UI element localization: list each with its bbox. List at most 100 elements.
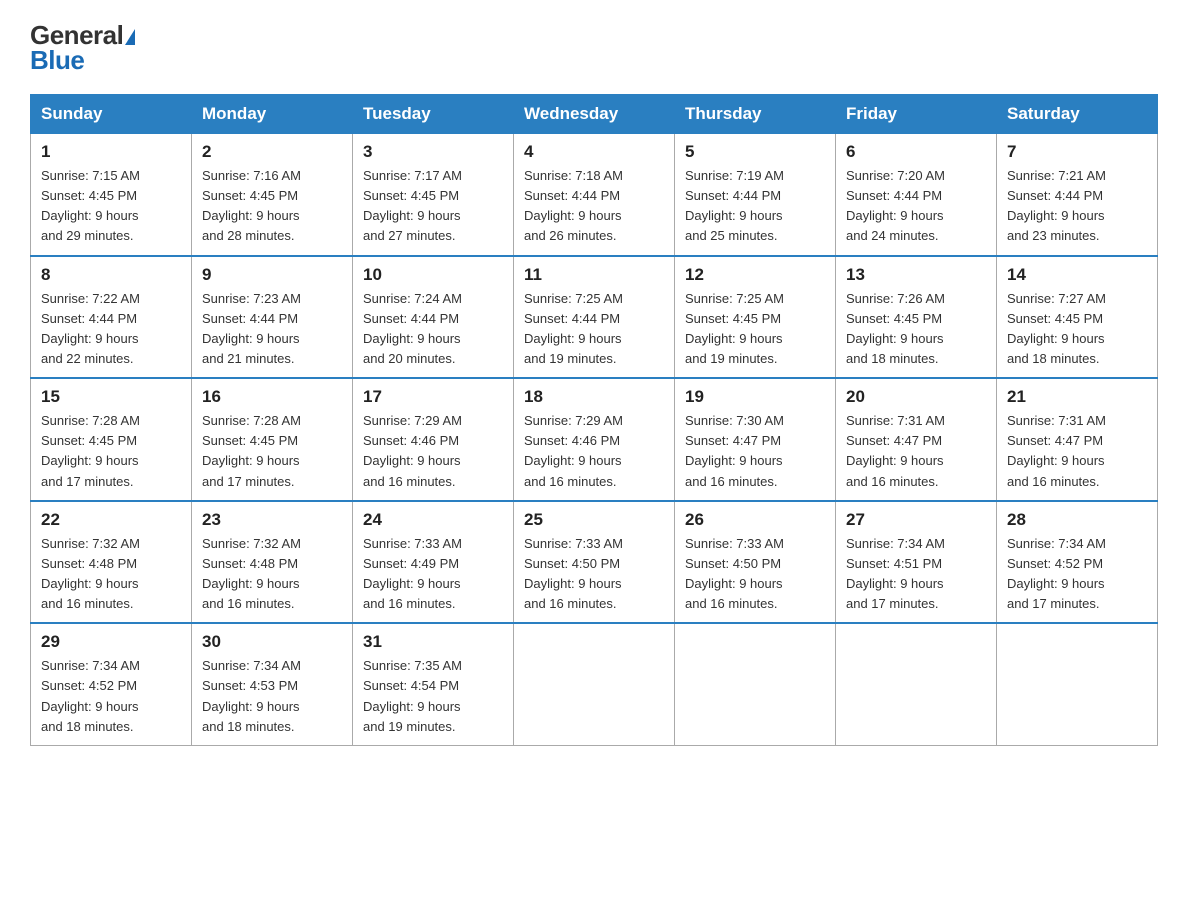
day-cell: 2 Sunrise: 7:16 AMSunset: 4:45 PMDaylight… [192, 134, 353, 256]
day-cell: 8Sunrise: 7:22 AMSunset: 4:44 PMDaylight… [31, 256, 192, 379]
day-number: 20 [846, 387, 986, 407]
day-cell [836, 623, 997, 745]
week-row-2: 8Sunrise: 7:22 AMSunset: 4:44 PMDaylight… [31, 256, 1158, 379]
day-number: 11 [524, 265, 664, 285]
day-number: 5 [685, 142, 825, 162]
day-info: Sunrise: 7:27 AMSunset: 4:45 PMDaylight:… [1007, 289, 1147, 370]
day-cell: 30 Sunrise: 7:34 AMSunset: 4:53 PMDayligh… [192, 623, 353, 745]
week-row-1: 1Sunrise: 7:15 AMSunset: 4:45 PMDaylight… [31, 134, 1158, 256]
day-number: 19 [685, 387, 825, 407]
day-cell: 10 Sunrise: 7:24 AMSunset: 4:44 PMDayligh… [353, 256, 514, 379]
weekday-header-thursday: Thursday [675, 95, 836, 134]
logo-blue-text: Blue [30, 45, 84, 76]
day-cell: 22 Sunrise: 7:32 AMSunset: 4:48 PMDayligh… [31, 501, 192, 624]
day-number: 14 [1007, 265, 1147, 285]
day-number: 24 [363, 510, 503, 530]
day-number: 27 [846, 510, 986, 530]
week-row-3: 15 Sunrise: 7:28 AMSunset: 4:45 PMDayligh… [31, 378, 1158, 501]
week-row-5: 29Sunrise: 7:34 AMSunset: 4:52 PMDayligh… [31, 623, 1158, 745]
day-cell: 31 Sunrise: 7:35 AMSunset: 4:54 PMDayligh… [353, 623, 514, 745]
day-cell: 24 Sunrise: 7:33 AMSunset: 4:49 PMDayligh… [353, 501, 514, 624]
day-cell: 23 Sunrise: 7:32 AMSunset: 4:48 PMDayligh… [192, 501, 353, 624]
day-number: 29 [41, 632, 181, 652]
day-number: 6 [846, 142, 986, 162]
day-info: Sunrise: 7:17 AMSunset: 4:45 PMDaylight:… [363, 166, 503, 247]
weekday-header-monday: Monday [192, 95, 353, 134]
weekday-header-wednesday: Wednesday [514, 95, 675, 134]
day-number: 18 [524, 387, 664, 407]
day-number: 22 [41, 510, 181, 530]
day-number: 8 [41, 265, 181, 285]
day-cell: 17 Sunrise: 7:29 AMSunset: 4:46 PMDayligh… [353, 378, 514, 501]
day-number: 21 [1007, 387, 1147, 407]
day-info: Sunrise: 7:24 AMSunset: 4:44 PMDaylight:… [363, 289, 503, 370]
day-info: Sunrise: 7:31 AMSunset: 4:47 PMDaylight:… [1007, 411, 1147, 492]
weekday-header-sunday: Sunday [31, 95, 192, 134]
week-row-4: 22 Sunrise: 7:32 AMSunset: 4:48 PMDayligh… [31, 501, 1158, 624]
day-info: Sunrise: 7:15 AMSunset: 4:45 PMDaylight:… [41, 166, 181, 247]
day-info: Sunrise: 7:34 AMSunset: 4:52 PMDaylight:… [1007, 534, 1147, 615]
day-number: 30 [202, 632, 342, 652]
day-cell: 27 Sunrise: 7:34 AMSunset: 4:51 PMDayligh… [836, 501, 997, 624]
day-cell [514, 623, 675, 745]
logo-triangle-icon [125, 29, 135, 45]
day-info: Sunrise: 7:33 AMSunset: 4:50 PMDaylight:… [685, 534, 825, 615]
day-number: 2 [202, 142, 342, 162]
day-info: Sunrise: 7:31 AMSunset: 4:47 PMDaylight:… [846, 411, 986, 492]
day-cell: 5Sunrise: 7:19 AMSunset: 4:44 PMDaylight… [675, 134, 836, 256]
day-number: 10 [363, 265, 503, 285]
day-number: 26 [685, 510, 825, 530]
day-number: 16 [202, 387, 342, 407]
day-info: Sunrise: 7:32 AMSunset: 4:48 PMDaylight:… [202, 534, 342, 615]
day-cell: 21 Sunrise: 7:31 AMSunset: 4:47 PMDayligh… [997, 378, 1158, 501]
day-cell: 29Sunrise: 7:34 AMSunset: 4:52 PMDayligh… [31, 623, 192, 745]
day-cell: 25 Sunrise: 7:33 AMSunset: 4:50 PMDayligh… [514, 501, 675, 624]
day-info: Sunrise: 7:30 AMSunset: 4:47 PMDaylight:… [685, 411, 825, 492]
day-number: 31 [363, 632, 503, 652]
day-cell [675, 623, 836, 745]
day-info: Sunrise: 7:28 AMSunset: 4:45 PMDaylight:… [41, 411, 181, 492]
day-info: Sunrise: 7:18 AMSunset: 4:44 PMDaylight:… [524, 166, 664, 247]
weekday-header-friday: Friday [836, 95, 997, 134]
weekday-header-row: SundayMondayTuesdayWednesdayThursdayFrid… [31, 95, 1158, 134]
day-info: Sunrise: 7:21 AMSunset: 4:44 PMDaylight:… [1007, 166, 1147, 247]
day-number: 7 [1007, 142, 1147, 162]
day-cell: 6 Sunrise: 7:20 AMSunset: 4:44 PMDaylight… [836, 134, 997, 256]
day-info: Sunrise: 7:34 AMSunset: 4:51 PMDaylight:… [846, 534, 986, 615]
day-info: Sunrise: 7:32 AMSunset: 4:48 PMDaylight:… [41, 534, 181, 615]
day-cell: 28Sunrise: 7:34 AMSunset: 4:52 PMDayligh… [997, 501, 1158, 624]
day-number: 4 [524, 142, 664, 162]
day-info: Sunrise: 7:34 AMSunset: 4:53 PMDaylight:… [202, 656, 342, 737]
day-number: 3 [363, 142, 503, 162]
day-info: Sunrise: 7:35 AMSunset: 4:54 PMDaylight:… [363, 656, 503, 737]
day-number: 17 [363, 387, 503, 407]
day-cell: 13Sunrise: 7:26 AMSunset: 4:45 PMDayligh… [836, 256, 997, 379]
day-cell: 1Sunrise: 7:15 AMSunset: 4:45 PMDaylight… [31, 134, 192, 256]
day-info: Sunrise: 7:28 AMSunset: 4:45 PMDaylight:… [202, 411, 342, 492]
day-info: Sunrise: 7:25 AMSunset: 4:45 PMDaylight:… [685, 289, 825, 370]
day-cell: 19 Sunrise: 7:30 AMSunset: 4:47 PMDayligh… [675, 378, 836, 501]
weekday-header-saturday: Saturday [997, 95, 1158, 134]
day-info: Sunrise: 7:29 AMSunset: 4:46 PMDaylight:… [524, 411, 664, 492]
day-number: 9 [202, 265, 342, 285]
day-info: Sunrise: 7:33 AMSunset: 4:49 PMDaylight:… [363, 534, 503, 615]
day-number: 23 [202, 510, 342, 530]
day-info: Sunrise: 7:16 AMSunset: 4:45 PMDaylight:… [202, 166, 342, 247]
day-cell: 15 Sunrise: 7:28 AMSunset: 4:45 PMDayligh… [31, 378, 192, 501]
page-header: General Blue [30, 20, 1158, 76]
day-info: Sunrise: 7:33 AMSunset: 4:50 PMDaylight:… [524, 534, 664, 615]
day-number: 25 [524, 510, 664, 530]
day-number: 13 [846, 265, 986, 285]
day-cell: 11 Sunrise: 7:25 AMSunset: 4:44 PMDayligh… [514, 256, 675, 379]
logo: General Blue [30, 20, 135, 76]
day-info: Sunrise: 7:23 AMSunset: 4:44 PMDaylight:… [202, 289, 342, 370]
day-cell: 14 Sunrise: 7:27 AMSunset: 4:45 PMDayligh… [997, 256, 1158, 379]
day-number: 15 [41, 387, 181, 407]
day-cell: 16 Sunrise: 7:28 AMSunset: 4:45 PMDayligh… [192, 378, 353, 501]
day-cell: 4 Sunrise: 7:18 AMSunset: 4:44 PMDaylight… [514, 134, 675, 256]
day-info: Sunrise: 7:29 AMSunset: 4:46 PMDaylight:… [363, 411, 503, 492]
day-info: Sunrise: 7:20 AMSunset: 4:44 PMDaylight:… [846, 166, 986, 247]
day-info: Sunrise: 7:25 AMSunset: 4:44 PMDaylight:… [524, 289, 664, 370]
day-number: 12 [685, 265, 825, 285]
day-cell: 26 Sunrise: 7:33 AMSunset: 4:50 PMDayligh… [675, 501, 836, 624]
